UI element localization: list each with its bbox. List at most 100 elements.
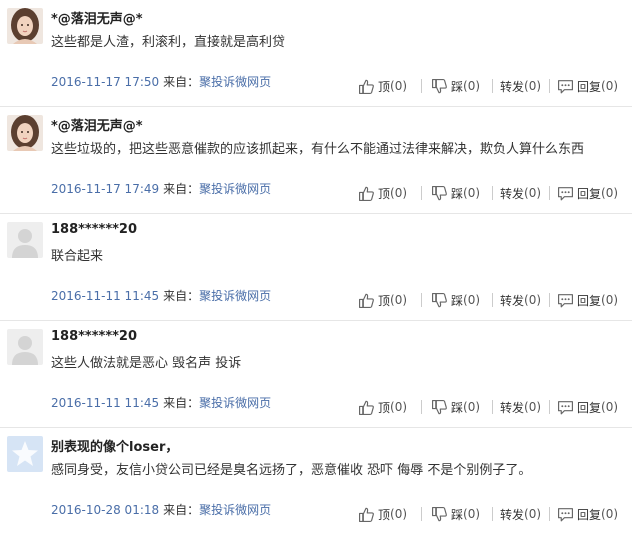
comment-text: 这些人做法就是恶心 毁名声 投诉 bbox=[51, 356, 242, 371]
reply-button[interactable]: 回复 (0) bbox=[557, 183, 618, 203]
divider bbox=[421, 507, 422, 521]
divider bbox=[492, 293, 493, 307]
comment-date: 2016-11-11 11:45 bbox=[51, 289, 160, 303]
upvote-count: (0) bbox=[390, 186, 408, 200]
user-avatar[interactable] bbox=[7, 115, 43, 151]
reply-button[interactable]: 回复 (0) bbox=[557, 504, 618, 524]
divider bbox=[549, 400, 550, 414]
user-avatar[interactable] bbox=[7, 222, 43, 258]
thumbs-down-icon bbox=[432, 78, 447, 93]
downvote-button[interactable]: 踩 (0) bbox=[431, 290, 480, 310]
divider bbox=[549, 79, 550, 93]
user-avatar[interactable] bbox=[7, 436, 43, 472]
share-button[interactable]: 转发 (0) bbox=[500, 504, 541, 524]
share-label: 转发 bbox=[500, 79, 525, 94]
upvote-label: 顶 bbox=[378, 186, 391, 201]
thumbs-up-icon bbox=[359, 186, 374, 201]
downvote-count: (0) bbox=[463, 186, 481, 200]
divider bbox=[549, 186, 550, 200]
share-count: (0) bbox=[524, 400, 542, 414]
comment-meta: 2016-11-17 17:50 来自：聚投诉微网页 bbox=[51, 73, 271, 90]
share-label: 转发 bbox=[500, 507, 525, 522]
upvote-button[interactable]: 顶 (0) bbox=[358, 183, 407, 203]
comment-date: 2016-11-17 17:49 bbox=[51, 182, 160, 196]
reply-button[interactable]: 回复 (0) bbox=[557, 76, 618, 96]
source-label: 来自： bbox=[163, 75, 200, 89]
reply-button[interactable]: 回复 (0) bbox=[557, 397, 618, 417]
share-button[interactable]: 转发 (0) bbox=[500, 183, 541, 203]
share-count: (0) bbox=[524, 79, 542, 93]
reply-count: (0) bbox=[601, 186, 619, 200]
upvote-label: 顶 bbox=[378, 507, 391, 522]
reply-label: 回复 bbox=[577, 400, 602, 415]
username[interactable]: 别表现的像个loser， bbox=[51, 436, 178, 455]
downvote-button[interactable]: 踩 (0) bbox=[431, 504, 480, 524]
thumbs-down-icon bbox=[432, 506, 447, 521]
source-label: 来自： bbox=[163, 503, 200, 517]
default-user-avatar-icon bbox=[7, 329, 43, 365]
share-button[interactable]: 转发 (0) bbox=[500, 290, 541, 310]
comment-item: 别表现的像个loser， 感同身受，友信小贷公司已经是臭名远扬了，恶意催收 恐吓… bbox=[0, 428, 632, 535]
source-link[interactable]: 聚投诉微网页 bbox=[199, 182, 271, 196]
downvote-button[interactable]: 踩 (0) bbox=[431, 183, 480, 203]
upvote-label: 顶 bbox=[378, 400, 391, 415]
comment-text: 这些都是人渣，利滚利，直接就是高利贷 bbox=[51, 35, 286, 50]
upvote-button[interactable]: 顶 (0) bbox=[358, 504, 407, 524]
divider bbox=[421, 186, 422, 200]
comment-meta: 2016-11-11 11:45 来自：聚投诉微网页 bbox=[51, 287, 271, 304]
share-button[interactable]: 转发 (0) bbox=[500, 397, 541, 417]
divider bbox=[492, 186, 493, 200]
username[interactable]: *@落泪无声@* bbox=[51, 115, 143, 134]
comment-item: 188******20 联合起来 2016-11-11 11:45 来自：聚投诉微… bbox=[0, 214, 632, 321]
share-label: 转发 bbox=[500, 186, 525, 201]
source-link[interactable]: 聚投诉微网页 bbox=[199, 75, 271, 89]
downvote-button[interactable]: 踩 (0) bbox=[431, 397, 480, 417]
downvote-button[interactable]: 踩 (0) bbox=[431, 76, 480, 96]
downvote-count: (0) bbox=[463, 293, 481, 307]
share-count: (0) bbox=[524, 507, 542, 521]
upvote-count: (0) bbox=[390, 79, 408, 93]
upvote-button[interactable]: 顶 (0) bbox=[358, 290, 407, 310]
share-label: 转发 bbox=[500, 293, 525, 308]
downvote-label: 踩 bbox=[451, 79, 464, 94]
downvote-label: 踩 bbox=[451, 400, 464, 415]
photo-avatar-icon bbox=[7, 115, 43, 151]
source-link[interactable]: 聚投诉微网页 bbox=[199, 396, 271, 410]
star-avatar-icon bbox=[7, 436, 43, 472]
thumbs-up-icon bbox=[359, 507, 374, 522]
user-avatar[interactable] bbox=[7, 329, 43, 365]
thumbs-up-icon bbox=[359, 293, 374, 308]
reply-label: 回复 bbox=[577, 293, 602, 308]
source-link[interactable]: 聚投诉微网页 bbox=[199, 503, 271, 517]
comment-item: *@落泪无声@* 这些垃圾的，把这些恶意催款的应该抓起来，有什么不能通过法律来解… bbox=[0, 107, 632, 214]
photo-avatar-icon bbox=[7, 8, 43, 44]
comment-text: 这些垃圾的，把这些恶意催款的应该抓起来，有什么不能通过法律来解决，欺负人算什么东… bbox=[51, 142, 585, 157]
source-label: 来自： bbox=[163, 289, 200, 303]
share-button[interactable]: 转发 (0) bbox=[500, 76, 541, 96]
reply-button[interactable]: 回复 (0) bbox=[557, 290, 618, 310]
upvote-button[interactable]: 顶 (0) bbox=[358, 397, 407, 417]
source-link[interactable]: 聚投诉微网页 bbox=[199, 289, 271, 303]
downvote-label: 踩 bbox=[451, 507, 464, 522]
comment-date: 2016-10-28 01:18 bbox=[51, 503, 160, 517]
reply-count: (0) bbox=[601, 79, 619, 93]
comment-text: 联合起来 bbox=[51, 249, 104, 264]
comment-text: 感同身受，友信小贷公司已经是臭名远扬了，恶意催收 恐吓 侮辱 不是个别例子了。 bbox=[51, 463, 532, 478]
upvote-button[interactable]: 顶 (0) bbox=[358, 76, 407, 96]
username[interactable]: *@落泪无声@* bbox=[51, 8, 143, 27]
downvote-count: (0) bbox=[463, 400, 481, 414]
thumbs-up-icon bbox=[359, 400, 374, 415]
divider bbox=[421, 400, 422, 414]
upvote-count: (0) bbox=[390, 400, 408, 414]
downvote-count: (0) bbox=[463, 79, 481, 93]
thumbs-up-icon bbox=[359, 79, 374, 94]
username[interactable]: 188******20 bbox=[51, 329, 137, 344]
user-avatar[interactable] bbox=[7, 8, 43, 44]
thumbs-down-icon bbox=[432, 399, 447, 414]
comment-item: 188******20 这些人做法就是恶心 毁名声 投诉 2016-11-11 … bbox=[0, 321, 632, 428]
reply-count: (0) bbox=[601, 507, 619, 521]
username[interactable]: 188******20 bbox=[51, 222, 137, 237]
divider bbox=[549, 507, 550, 521]
speech-bubble-icon bbox=[558, 79, 573, 93]
divider bbox=[492, 507, 493, 521]
